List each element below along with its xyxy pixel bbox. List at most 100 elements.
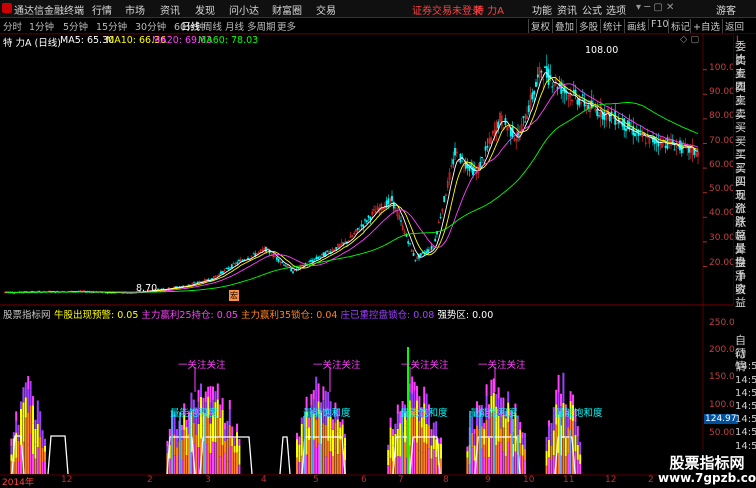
indicator-bar <box>238 445 241 453</box>
indicator-bar <box>524 460 526 474</box>
price-axis-50: 50.00 <box>709 184 735 194</box>
indicator-bar <box>550 422 553 433</box>
indicator-bar <box>209 423 212 454</box>
indicator-bar <box>485 419 488 450</box>
candle-body <box>175 286 177 288</box>
ind-axis-100: 100.0 <box>709 400 735 410</box>
indicator-bar <box>231 426 234 439</box>
indicator-bar <box>394 423 397 434</box>
indicator-bar <box>490 379 493 396</box>
indicator-bar <box>233 452 236 464</box>
candle-body <box>310 260 312 262</box>
indicator-name[interactable]: 股票指标网 <box>3 307 51 321</box>
indicator-bar <box>521 438 524 445</box>
candle-body <box>535 81 537 87</box>
candle-body <box>313 258 316 260</box>
indicator-bar <box>440 444 442 449</box>
indicator-bar <box>22 402 25 414</box>
indicator-bar <box>221 409 224 426</box>
indicator-bar <box>231 461 234 474</box>
indicator-bar <box>341 419 344 425</box>
candle-body <box>391 195 393 201</box>
candle-body <box>400 220 402 222</box>
high-price-label: 108.00 <box>585 45 619 56</box>
candle-body <box>430 245 433 250</box>
price-axis-20: 20.00 <box>709 258 735 268</box>
indicator-bar <box>27 412 30 445</box>
candle-body <box>560 82 563 94</box>
indicator-bar <box>224 440 226 453</box>
candle-body <box>434 238 437 242</box>
indicator-bar <box>41 435 44 448</box>
saturation-label-3: 量能饱和度 <box>400 408 448 419</box>
indicator-bar <box>315 376 318 396</box>
indicator-bar <box>483 444 486 458</box>
indicator-bar <box>204 391 207 403</box>
date-tick-6: 6 <box>361 475 367 485</box>
tick-item-3: 14:50 <box>735 374 756 386</box>
indicator-bar <box>185 426 188 440</box>
candle-body <box>664 145 667 148</box>
indicator-bar <box>418 420 421 451</box>
main-chart-svg <box>0 33 733 476</box>
candle-body <box>238 260 240 262</box>
candle-body <box>407 241 410 244</box>
indicator-bar <box>183 450 186 474</box>
indicator-bar <box>207 417 210 452</box>
indicator-bar <box>32 396 34 406</box>
indicator-bar <box>221 425 224 445</box>
indicator-bar <box>327 391 330 400</box>
indicator-bar <box>519 443 522 455</box>
indicator-bar <box>226 461 229 474</box>
indicator-bar <box>322 452 325 474</box>
indicator-bar <box>497 441 500 474</box>
indicator-bar <box>228 400 231 410</box>
indicator-bar <box>490 437 493 474</box>
focus-label-3: 一关注关注 <box>401 360 449 371</box>
indicator-bar <box>471 447 474 474</box>
indicator-bar <box>408 426 411 446</box>
indicator-bar <box>296 432 298 440</box>
price-axis-40: 40.00 <box>709 208 735 218</box>
indicator-bar <box>416 415 418 443</box>
indicator-bar <box>336 431 339 455</box>
indicator-bar <box>504 456 507 474</box>
indicator-bar <box>576 444 579 460</box>
indicator-bar <box>168 428 171 437</box>
candle-body <box>598 115 600 117</box>
ind-label-2: 主力赢利35锁仓: <box>240 310 314 321</box>
indicator-bar <box>221 398 224 410</box>
indicator-bar <box>224 429 226 441</box>
ind-value-1: 0.05 <box>216 310 238 321</box>
indicator-bar <box>545 465 548 474</box>
indicator-bar <box>236 452 238 474</box>
candle-body <box>596 108 599 116</box>
price-axis-60: 60.00 <box>709 160 735 170</box>
indicator-bar <box>576 426 579 437</box>
indicator-bar <box>497 387 500 399</box>
saturation-label-2: 量能饱和度 <box>303 408 351 419</box>
indicator-bar <box>387 444 390 450</box>
price-axis-100: 100.0 <box>709 63 735 73</box>
indicator-bar <box>579 463 582 474</box>
watermark-title: 股票指标网 <box>669 454 745 472</box>
indicator-bar <box>173 455 176 474</box>
indicator-bar <box>315 419 318 448</box>
indicator-bar <box>339 421 342 428</box>
candle-body <box>673 149 676 151</box>
candle-body <box>481 157 483 159</box>
indicator-bar <box>197 423 200 448</box>
indicator-bar <box>500 428 502 443</box>
event-marker[interactable]: 宏 <box>229 290 239 301</box>
indicator-bar <box>428 448 430 474</box>
indicator-bar <box>418 450 421 474</box>
indicator-bar <box>336 454 339 474</box>
indicator-bar <box>497 415 500 442</box>
indicator-bar <box>226 438 229 462</box>
indicator-bar <box>466 446 469 452</box>
indicator-bar <box>39 436 42 458</box>
indicator-bar <box>387 449 390 457</box>
indicator-bar <box>224 422 226 430</box>
price-axis-90: 90.00 <box>709 87 735 97</box>
ind-value-4: 0.00 <box>472 310 494 321</box>
